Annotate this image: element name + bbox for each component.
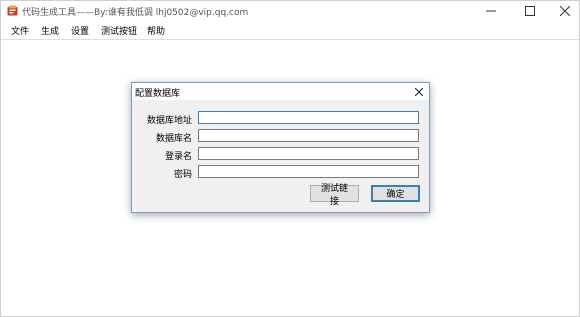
- db-name-input[interactable]: [198, 129, 419, 142]
- close-icon: [560, 6, 570, 16]
- menu-test-button[interactable]: 测试按钮: [101, 24, 137, 37]
- maximize-icon: [525, 6, 535, 16]
- dialog-close-button[interactable]: [412, 85, 426, 99]
- db-address-input[interactable]: [198, 111, 419, 124]
- menu-help[interactable]: 帮助: [147, 24, 165, 37]
- menu-settings[interactable]: 设置: [71, 24, 89, 37]
- login-name-input[interactable]: [198, 147, 419, 160]
- app-icon: [7, 5, 18, 16]
- menu-generate[interactable]: 生成: [41, 24, 59, 37]
- menu-file[interactable]: 文件: [11, 24, 29, 37]
- maximize-button[interactable]: [513, 1, 547, 21]
- login-name-label: 登录名: [164, 152, 192, 162]
- dialog-title-bar: 配置数据库: [132, 83, 429, 100]
- menu-bar: 文件 生成 设置 测试按钮 帮助: [1, 21, 579, 40]
- db-address-label: 数据库地址: [146, 116, 192, 126]
- minimize-button[interactable]: [474, 1, 508, 21]
- password-input[interactable]: [198, 165, 419, 178]
- database-config-dialog: 配置数据库 数据库地址 数据库名 登录名 密码 测试链接 确定: [131, 82, 430, 213]
- password-label: 密码: [173, 170, 192, 180]
- title-bar: 代码生成工具——By:谁有我低调 lhj0502@vip.qq.com: [1, 1, 579, 21]
- dialog-title: 配置数据库: [135, 89, 181, 99]
- window-title: 代码生成工具——By:谁有我低调 lhj0502@vip.qq.com: [22, 8, 249, 18]
- close-button[interactable]: [548, 1, 580, 21]
- ok-button[interactable]: 确定: [371, 185, 420, 202]
- minimize-icon: [486, 10, 496, 12]
- test-connection-button[interactable]: 测试链接: [310, 184, 359, 207]
- db-name-label: 数据库名: [155, 134, 192, 144]
- close-icon: [415, 88, 423, 96]
